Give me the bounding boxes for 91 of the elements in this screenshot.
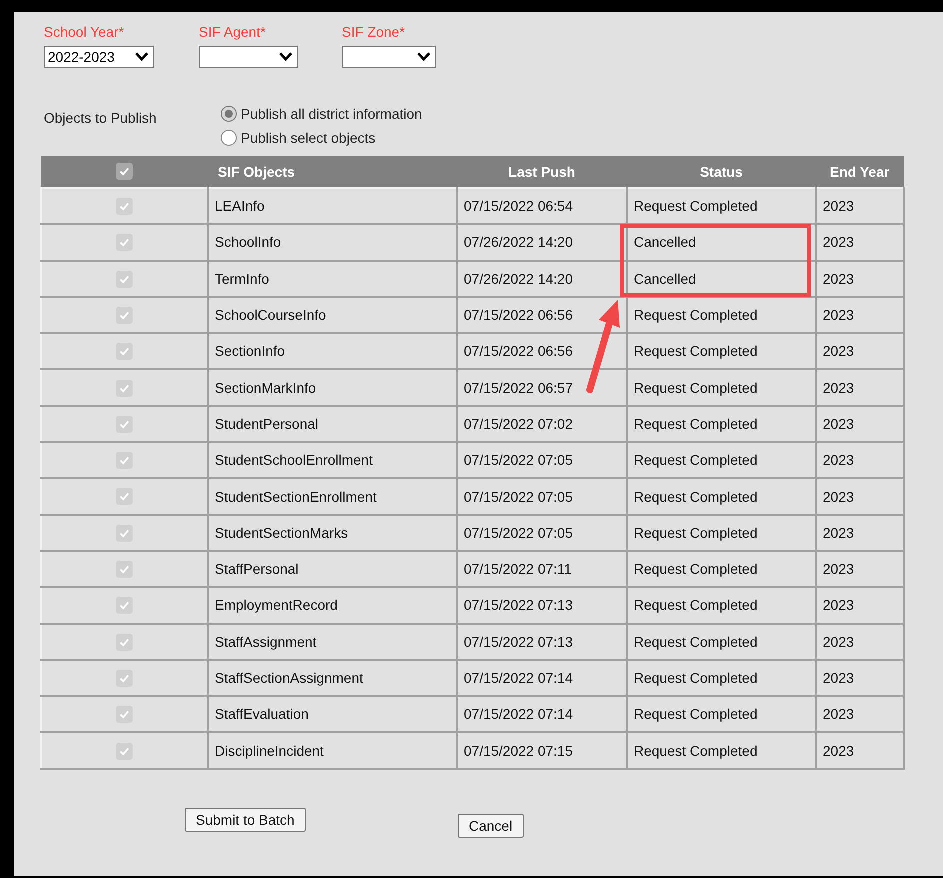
table-cell: StudentSectionEnrollment	[208, 478, 457, 515]
column-header: Last Push	[457, 156, 627, 188]
table-cell: 2023	[816, 224, 904, 261]
table-cell: Request Completed	[627, 333, 816, 370]
table-cell: 2023	[816, 624, 904, 660]
radio-button[interactable]	[221, 106, 237, 122]
chevron-icon	[279, 52, 293, 62]
table-cell: Request Completed	[627, 188, 816, 224]
table-cell: SchoolInfo	[208, 224, 457, 261]
field-label: SIF Zone*	[342, 24, 406, 40]
table-cell: 2023	[816, 478, 904, 515]
table-cell: 2023	[816, 260, 904, 297]
table-cell: TermInfo	[208, 260, 457, 297]
radio-button[interactable]	[221, 130, 237, 146]
table-cell: StaffAssignment	[208, 624, 457, 660]
table-cell: Request Completed	[627, 369, 816, 406]
table-cell: 2023	[816, 587, 904, 624]
table-cell: StudentSectionMarks	[208, 514, 457, 551]
field-label: SIF Agent*	[199, 24, 267, 40]
table-cell: 07/15/2022 07:05	[457, 478, 627, 515]
table-cell: Request Completed	[627, 624, 816, 660]
table-cell: 07/15/2022 06:56	[457, 333, 627, 370]
table-cell: StudentPersonal	[208, 406, 457, 442]
table-cell: 2023	[816, 660, 904, 696]
table-cell: 2023	[816, 696, 904, 732]
table-cell: 2023	[816, 188, 904, 224]
column-header: End Year	[816, 156, 904, 188]
chevron-icon	[135, 52, 149, 62]
table-cell: 07/15/2022 07:15	[457, 732, 627, 769]
checkmark-icon	[118, 563, 131, 576]
table-cell: Request Completed	[627, 587, 816, 624]
table-cell: SectionMarkInfo	[208, 369, 457, 406]
table-cell: StaffSectionAssignment	[208, 660, 457, 696]
table-cell: 07/15/2022 06:54	[457, 188, 627, 224]
table-cell: StaffPersonal	[208, 550, 457, 588]
table-cell: Request Completed	[627, 514, 816, 551]
action-button[interactable]: Submit to Batch	[185, 808, 306, 832]
column-header: SIF Objects	[208, 156, 457, 188]
table-cell: Request Completed	[627, 732, 816, 769]
checkmark-icon	[118, 708, 131, 722]
table-cell: 2023	[816, 406, 904, 442]
table-cell: 07/15/2022 07:05	[457, 514, 627, 551]
checkmark-icon	[118, 454, 131, 468]
table-cell: 2023	[816, 514, 904, 551]
table-cell: 07/15/2022 07:13	[457, 624, 627, 660]
checkmark-icon	[118, 345, 131, 358]
dropdown[interactable]: 2022-2023	[44, 46, 154, 68]
column-header: Status	[627, 156, 816, 188]
checkmark-icon	[118, 165, 131, 178]
field-label: School Year*	[44, 24, 126, 40]
table-cell: 07/15/2022 06:57	[457, 369, 627, 406]
table-cell: Request Completed	[627, 442, 816, 478]
table-cell: 2023	[816, 550, 904, 588]
table-cell: 2023	[816, 296, 904, 334]
checkmark-icon	[118, 490, 131, 504]
table-cell: 2023	[816, 442, 904, 478]
dropdown[interactable]	[199, 46, 298, 68]
action-button[interactable]: Cancel	[458, 814, 524, 838]
table-cell: Cancelled	[627, 224, 816, 261]
table-cell: 07/15/2022 07:14	[457, 660, 627, 696]
table-cell: Request Completed	[627, 696, 816, 732]
radio-label: Publish all district information	[241, 106, 422, 122]
table-cell: Request Completed	[627, 478, 816, 515]
table-cell: SchoolCourseInfo	[208, 296, 457, 334]
table-cell: Request Completed	[627, 660, 816, 696]
table-cell: SectionInfo	[208, 333, 457, 370]
table-cell: 07/15/2022 07:13	[457, 587, 627, 624]
table-cell: 07/26/2022 14:20	[457, 260, 627, 297]
table-cell: Request Completed	[627, 406, 816, 442]
radio-label: Publish select objects	[241, 130, 376, 146]
table-cell: Request Completed	[627, 296, 816, 334]
table-cell: 07/15/2022 07:14	[457, 696, 627, 732]
table-cell: EmploymentRecord	[208, 587, 457, 624]
dropdown[interactable]	[342, 46, 436, 68]
chevron-icon	[417, 52, 431, 62]
table-cell: 07/15/2022 07:02	[457, 406, 627, 442]
table-cell: StaffEvaluation	[208, 696, 457, 732]
table-cell: Cancelled	[627, 260, 816, 297]
checkmark-icon	[118, 200, 131, 214]
table-cell: 07/15/2022 07:11	[457, 550, 627, 588]
table-cell: 2023	[816, 732, 904, 769]
table-cell: 2023	[816, 369, 904, 406]
checkmark-icon	[118, 236, 131, 250]
table-cell: LEAInfo	[208, 188, 457, 224]
table-cell: StudentSchoolEnrollment	[208, 442, 457, 478]
checkmark-icon	[118, 599, 131, 612]
table-cell: 07/15/2022 07:05	[457, 442, 627, 478]
table-cell: DisciplineIncident	[208, 732, 457, 769]
table-cell: Request Completed	[627, 550, 816, 588]
table-cell: 2023	[816, 333, 904, 370]
section-label: Objects to Publish	[44, 109, 158, 128]
